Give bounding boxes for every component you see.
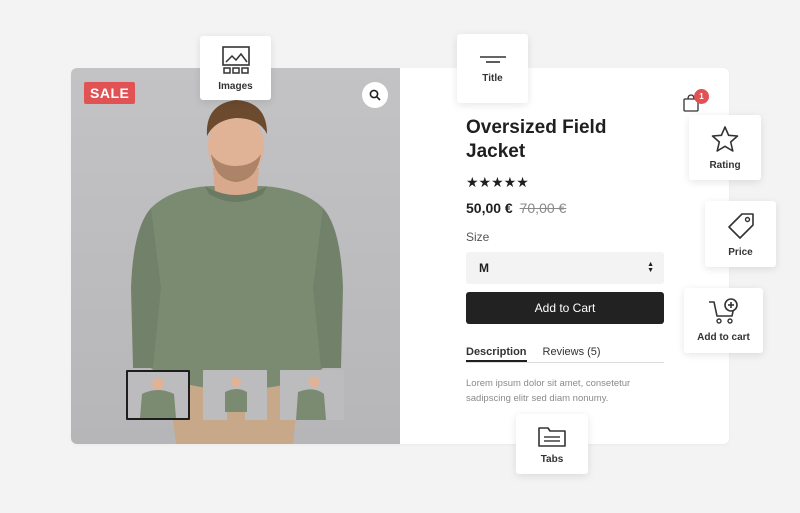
folder-tabs-icon [538, 426, 566, 447]
thumbnail-3[interactable] [280, 370, 344, 420]
current-price: 50,00 € [466, 200, 513, 216]
search-icon [369, 89, 381, 101]
product-gallery[interactable]: SALE [71, 68, 400, 444]
feature-tile-label: Tabs [540, 453, 564, 465]
thumbnail-1[interactable] [126, 370, 190, 420]
size-select[interactable]: M ▲ ▼ [466, 252, 664, 284]
product-card: SALE Oversized Field Jacket ★★★★★ 50,00 … [71, 68, 729, 444]
product-price: 50,00 € 70,00 € [466, 200, 566, 216]
thumbnail-2[interactable] [203, 370, 267, 420]
select-arrows-icon: ▲ ▼ [647, 261, 654, 274]
thumbnail-image [280, 370, 344, 420]
tab-reviews[interactable]: Reviews (5) [543, 346, 601, 362]
thumbnail-image [203, 370, 267, 420]
size-label: Size [466, 230, 490, 244]
thumbnail-image [128, 372, 188, 418]
feature-tile-add-to-cart: Add to cart [684, 288, 763, 353]
feature-tile-images: Images [200, 36, 271, 100]
rating-stars: ★★★★★ [466, 174, 529, 190]
product-tabs: Description Reviews (5) [466, 346, 664, 363]
star-icon [711, 126, 739, 152]
feature-tile-label: Title [482, 73, 503, 84]
size-select-value: M [479, 261, 489, 275]
price-tag-icon [727, 212, 754, 239]
feature-tile-rating: Rating [689, 115, 761, 180]
feature-tile-title: Title [457, 34, 528, 103]
cart-count-badge: 1 [694, 89, 709, 104]
product-title: Oversized Field Jacket [466, 117, 607, 162]
zoom-button[interactable] [362, 82, 388, 108]
old-price: 70,00 € [519, 200, 567, 216]
title-icon [479, 56, 506, 63]
feature-tile-price: Price [705, 201, 776, 267]
feature-tile-label: Add to cart [697, 332, 750, 343]
feature-tile-tabs: Tabs [516, 414, 588, 474]
image-icon [221, 45, 250, 74]
feature-tile-label: Images [218, 80, 253, 92]
add-to-cart-button[interactable]: Add to Cart [466, 292, 664, 324]
tab-description[interactable]: Description [466, 346, 527, 362]
sale-badge: SALE [84, 82, 136, 104]
thumbnail-strip [126, 370, 344, 420]
add-to-cart-icon [708, 298, 738, 324]
product-description: Lorem ipsum dolor sit amet, consetetur s… [466, 378, 631, 404]
feature-tile-label: Rating [709, 160, 741, 171]
feature-tile-label: Price [728, 246, 753, 258]
